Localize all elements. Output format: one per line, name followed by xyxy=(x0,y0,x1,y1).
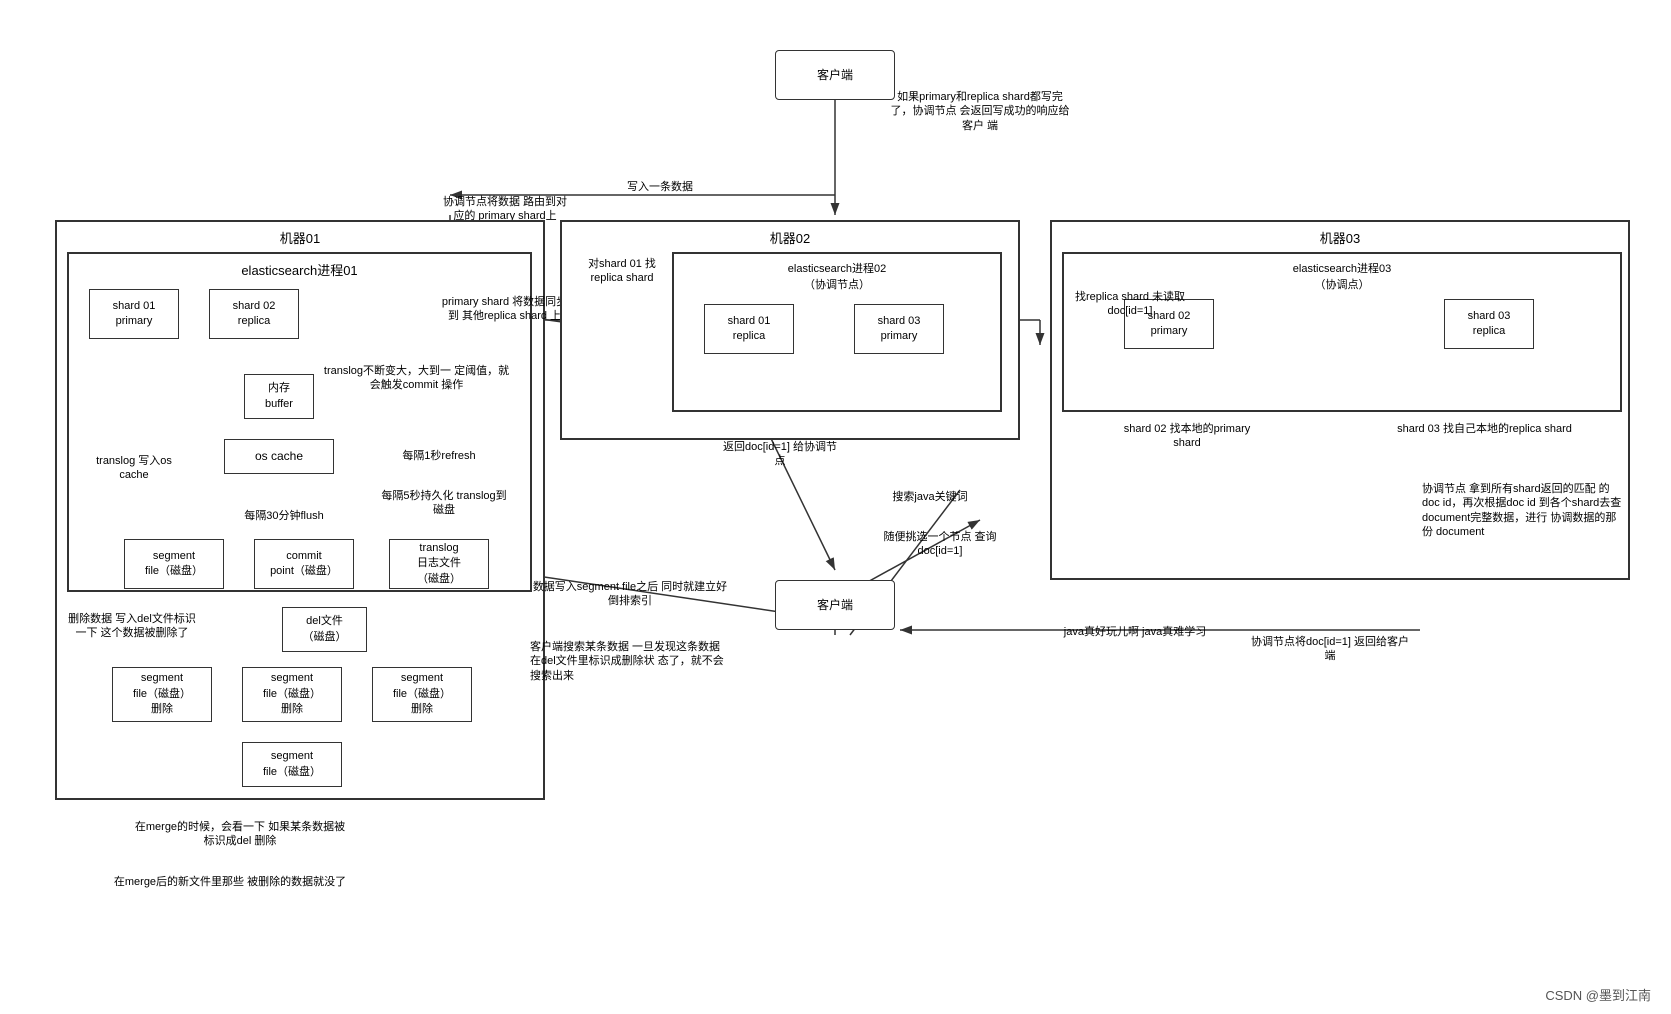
client-bottom: 客户端 xyxy=(775,580,895,630)
es-process03-box: elasticsearch进程03 （协调点） shard 02 primary… xyxy=(1062,252,1622,412)
client-top: 客户端 xyxy=(775,50,895,100)
flush30-note: 每隔30分钟flush xyxy=(224,509,344,523)
shard02-find-label: shard 02 找本地的primary shard xyxy=(1112,422,1262,451)
translog-file: translog 日志文件 （磁盘） xyxy=(389,539,489,589)
client-top-label: 客户端 xyxy=(817,67,853,84)
coord-get-label: 协调节点 拿到所有shard返回的匹配 的doc id，再次根据doc id 到… xyxy=(1422,482,1622,539)
del-note: 删除数据 写入del文件标识一下 这个数据被删除了 xyxy=(67,612,197,641)
machine03-box: 机器03 elasticsearch进程03 （协调点） shard 02 pr… xyxy=(1050,220,1630,580)
footer: CSDN @墨到江南 xyxy=(1545,985,1651,1004)
memory-buffer: 内存 buffer xyxy=(244,374,314,419)
find-replica-label: 对shard 01 找replica shard xyxy=(572,257,672,286)
shard01-primary: shard 01 primary xyxy=(89,289,179,339)
shard02-replica-m01: shard 02 replica xyxy=(209,289,299,339)
diagram-container: 客户端 如果primary和replica shard都写完了，协调节点 会返回… xyxy=(0,0,1671,1014)
es-process02-title: elasticsearch进程02 （协调节点） xyxy=(674,260,1000,292)
shard03-primary: shard 03 primary xyxy=(854,304,944,354)
random-node-label: 随便挑选一个节点 查询doc[id=1] xyxy=(870,530,1010,559)
seg-del-2: segment file（磁盘） 删除 xyxy=(242,667,342,722)
write-data-label: 写入一条数据 xyxy=(600,180,720,194)
find-replica-shard-label: 找replica shard 未读取doc[id=1] xyxy=(1060,290,1200,319)
machine03-title: 机器03 xyxy=(1052,228,1628,247)
seg-del-1: segment file（磁盘） 删除 xyxy=(112,667,212,722)
return-doc-label: 返回doc[id=1] 给协调节点 xyxy=(720,440,840,469)
seg-del-3: segment file（磁盘） 删除 xyxy=(372,667,472,722)
search-java-label: 搜索java关键词 xyxy=(870,490,990,504)
primary-sync-label: primary shard 将数据同步到到 其他replica shard 上去 xyxy=(440,295,580,324)
segment-file-m01: segment file（磁盘） xyxy=(124,539,224,589)
data-to-segment-label: 数据写入segment file之后 同时就建立好倒排索引 xyxy=(530,580,730,609)
machine01-title: 机器01 xyxy=(57,228,543,247)
shard03-find-label: shard 03 找自己本地的replica shard xyxy=(1392,422,1577,436)
coord-return-label: 协调节点将doc[id=1] 返回给客户端 xyxy=(1250,635,1410,664)
flush-note: 每隔5秒持久化 translog到磁盘 xyxy=(379,489,509,518)
es-process02-box: elasticsearch进程02 （协调节点） shard 01 replic… xyxy=(672,252,1002,412)
es-process01-title: elasticsearch进程01 xyxy=(69,260,530,279)
es-process03-title: elasticsearch进程03 （协调点） xyxy=(1064,260,1620,292)
del-file: del文件 （磁盘） xyxy=(282,607,367,652)
commit-point: commit point（磁盘） xyxy=(254,539,354,589)
shard03-replica-m03: shard 03 replica xyxy=(1444,299,1534,349)
customer-search-label: 客户端搜索某条数据 一旦发现这条数据 在del文件里标识成删除状 态了，就不会搜… xyxy=(530,640,730,683)
merge-new: 在merge后的新文件里那些 被删除的数据就没了 xyxy=(100,875,360,889)
java-note-label: java真好玩儿啊 java真难学习 xyxy=(1060,625,1210,639)
machine02-title: 机器02 xyxy=(562,228,1018,247)
os-cache: os cache xyxy=(224,439,334,474)
machine02-box: 机器02 对shard 01 找replica shard elasticsea… xyxy=(560,220,1020,440)
if-primary-replica-label: 如果primary和replica shard都写完了，协调节点 会返回写成功的… xyxy=(890,90,1070,133)
translog-note: translog不断变大，大到一 定阈值，就会触发commit 操作 xyxy=(319,364,514,393)
merge-note: 在merge的时候，会看一下 如果某条数据被标识成del 删除 xyxy=(130,820,350,849)
seg-merged: segment file（磁盘） xyxy=(242,742,342,787)
refresh-note: 每隔1秒refresh xyxy=(379,449,499,463)
translog-os-label: translog 写入os cache xyxy=(89,454,179,483)
client-bottom-label: 客户端 xyxy=(817,597,853,614)
shard01-replica-m02: shard 01 replica xyxy=(704,304,794,354)
